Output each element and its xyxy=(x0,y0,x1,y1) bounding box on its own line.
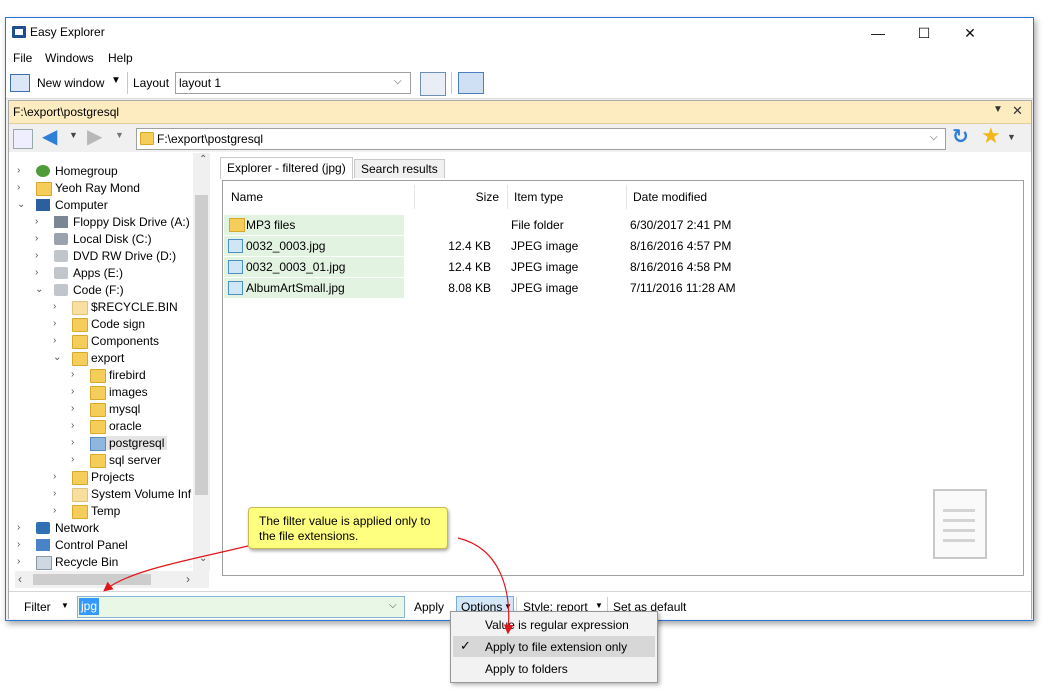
callout-arrow-to-menu xyxy=(457,537,514,635)
annotation-arrows xyxy=(103,537,514,635)
callout-arrow-to-filter xyxy=(103,545,249,592)
